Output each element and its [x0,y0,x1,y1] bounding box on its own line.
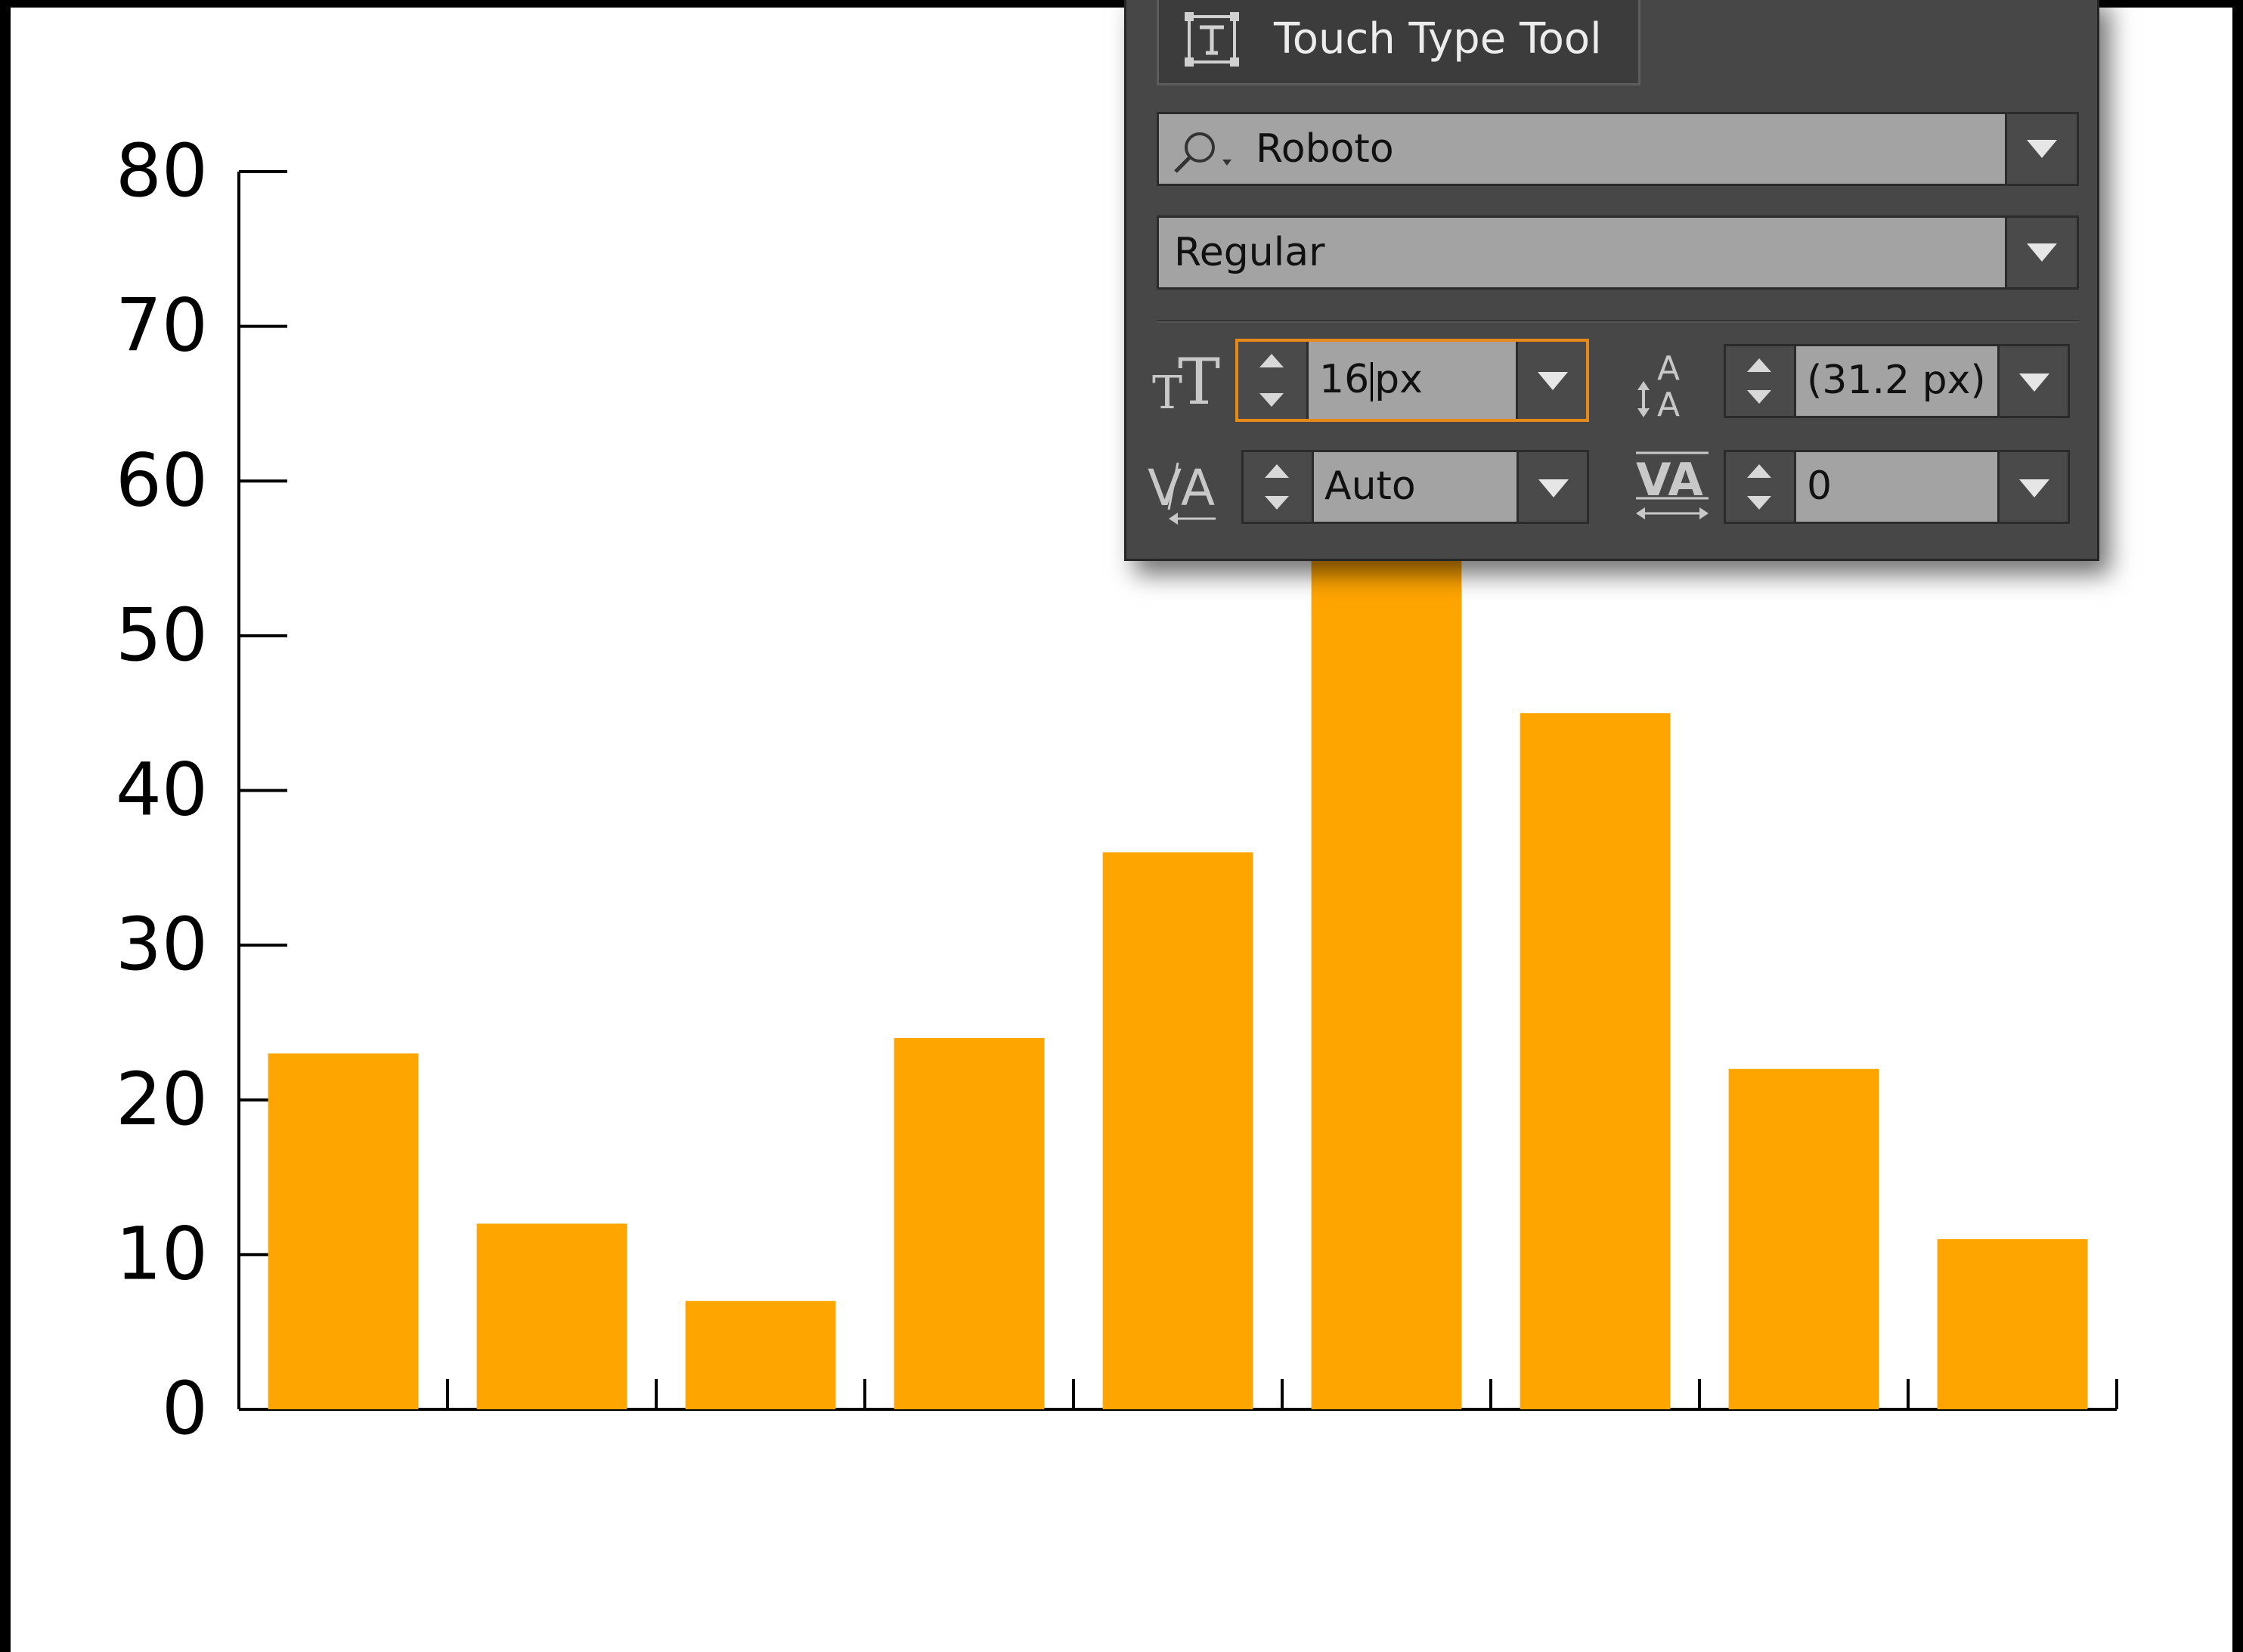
kerning-input[interactable]: Auto [1314,452,1517,522]
y-tick-label: 40 [116,748,208,832]
tracking-input[interactable]: 0 [1796,452,1998,522]
stepper-up-icon [1259,354,1284,367]
y-tick-label: 50 [116,593,208,677]
stepper-down-icon [1747,390,1771,404]
bar [1311,481,1462,1409]
text-cursor [1371,362,1374,401]
search-icon [1174,132,1231,173]
bar [1728,1068,1879,1409]
touch-type-tool-label: Touch Type Tool [1274,14,1602,64]
font-size-number: 16 [1319,357,1370,402]
tracking-dropdown-arrow[interactable] [1997,452,2068,522]
leading-field[interactable]: (31.2 px) [1724,344,2070,418]
font-family-value: Roboto [1256,126,1394,172]
font-style-dropdown-arrow[interactable] [2005,218,2077,287]
stepper-up-icon [1747,358,1771,372]
bar [1102,852,1253,1409]
stepper-up-icon [1747,464,1771,478]
touch-type-icon [1185,11,1239,67]
y-tick-label: 70 [116,284,208,368]
kerning-icon: V A [1148,459,1216,525]
kerning-dropdown-arrow[interactable] [1517,452,1587,522]
tracking-field[interactable]: 0 [1724,450,2070,524]
font-size-field[interactable]: 16 px [1235,339,1589,422]
font-style-value: Regular [1174,230,1325,275]
character-panel: Touch Type Tool Roboto Regular T T 16 px … [1124,0,2099,561]
bar [268,1053,419,1409]
leading-stepper[interactable] [1726,346,1796,416]
stepper-down-icon [1265,496,1289,510]
chevron-down-icon [2019,479,2049,497]
chevron-down-icon [2027,140,2057,158]
y-tick-label: 80 [116,129,208,213]
svg-text:A: A [1181,459,1215,517]
font-size-dropdown-arrow[interactable] [1516,342,1586,419]
svg-text:A: A [1657,386,1680,422]
kerning-stepper[interactable] [1244,452,1314,522]
y-tick-label: 30 [116,902,208,987]
divider [1157,320,2079,323]
kerning-field[interactable]: Auto [1241,450,1589,524]
svg-text:A: A [1657,349,1680,388]
y-tick-label: 20 [116,1057,208,1142]
stepper-up-icon [1265,464,1289,478]
font-style-dropdown[interactable]: Regular [1157,215,2079,290]
y-tick-label: 60 [116,438,208,522]
tracking-icon: VA [1636,451,1709,519]
bar [1520,713,1671,1409]
y-tick-label: 0 [162,1366,208,1451]
font-family-dropdown-arrow[interactable] [2005,114,2077,184]
stepper-down-icon [1747,496,1771,510]
tracking-stepper[interactable] [1726,452,1796,522]
font-size-stepper[interactable] [1238,342,1309,419]
bar [894,1037,1045,1409]
chevron-down-icon [1538,479,1569,497]
stepper-down-icon [1259,393,1284,407]
font-family-dropdown[interactable]: Roboto [1157,112,2079,186]
bar [685,1300,836,1409]
chevron-down-icon [2019,373,2049,392]
bar [476,1223,627,1409]
y-tick-label: 10 [116,1211,208,1296]
font-size-input[interactable]: 16 px [1309,342,1517,419]
touch-type-tool-button[interactable]: Touch Type Tool [1157,0,1640,85]
font-size-icon: T T [1152,346,1220,420]
leading-dropdown-arrow[interactable] [1997,346,2068,416]
svg-text:T: T [1178,346,1220,419]
leading-input[interactable]: (31.2 px) [1796,346,1998,416]
font-size-unit: px [1374,357,1423,402]
chevron-down-icon [1538,372,1568,390]
leading-icon: A A [1637,349,1680,422]
chevron-down-icon [2027,243,2057,262]
bar [1937,1238,2088,1409]
